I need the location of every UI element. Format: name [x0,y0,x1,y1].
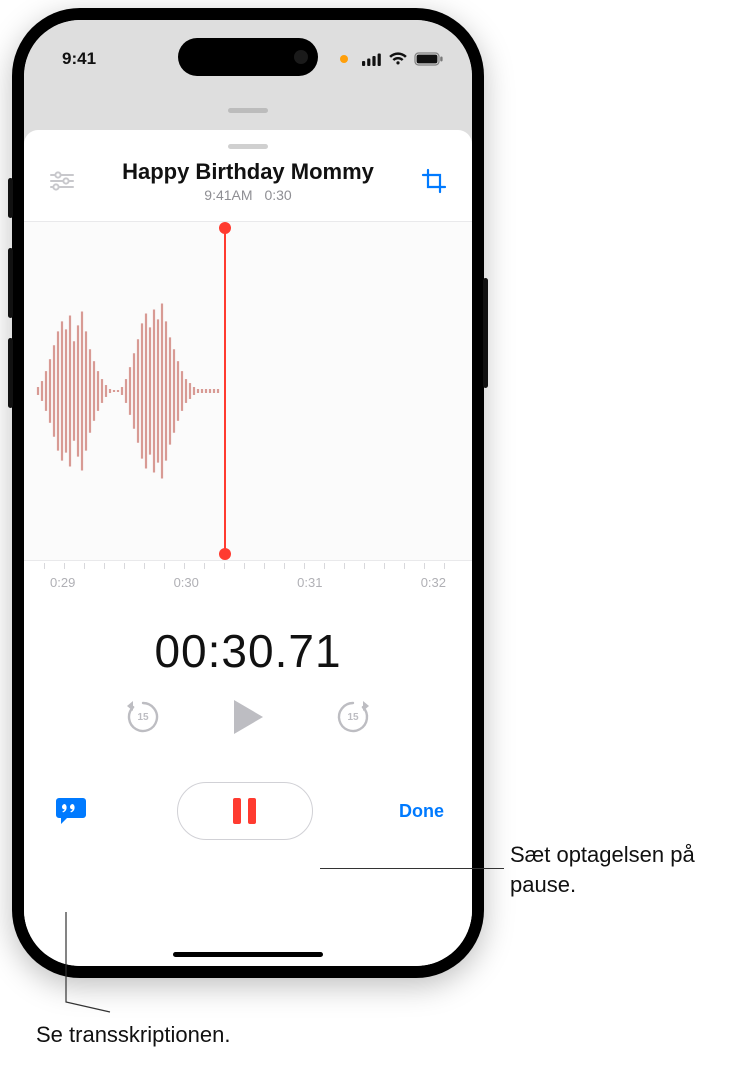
tick-label: 0:31 [297,575,322,590]
skip-back-seconds: 15 [125,700,161,735]
cellular-icon [362,53,382,66]
play-button[interactable] [231,698,265,736]
wifi-icon [388,52,408,66]
settings-sliders-icon[interactable] [44,163,80,199]
pause-recording-button[interactable] [177,782,313,840]
recording-time-label: 9:41AM [204,187,252,203]
tick-label: 0:30 [174,575,199,590]
status-time: 9:41 [62,49,96,69]
playhead-indicator[interactable] [224,228,226,554]
dynamic-island [178,38,318,76]
callout-transcribe-label: Se transskriptionen. [36,1020,230,1050]
done-button[interactable]: Done [399,801,444,822]
skip-forward-15-button[interactable]: 15 [335,699,371,735]
transcription-button[interactable] [52,793,90,829]
waveform-area[interactable] [24,221,472,561]
tick-label: 0:32 [421,575,446,590]
waveform-svg [24,222,472,560]
timeline-ticks: 0:29 0:30 0:31 0:32 [24,561,472,584]
skip-forward-seconds: 15 [335,700,371,735]
tick-label: 0:29 [50,575,75,590]
skip-back-15-button[interactable]: 15 [125,699,161,735]
home-indicator[interactable] [173,952,323,957]
pause-icon [233,798,256,824]
callout-pause-line [320,868,504,869]
crop-trim-icon[interactable] [416,163,452,199]
background-grabber [228,108,268,113]
callout-transcribe-line [60,912,120,1022]
recording-indicator-dot [340,55,348,63]
battery-icon [414,52,444,66]
recording-duration-label: 0:30 [264,187,291,203]
sheet-grabber[interactable] [228,144,268,149]
recording-sheet: Happy Birthday Mommy 9:41AM 0:30 [24,130,472,966]
elapsed-time: 00:30.71 [24,624,472,678]
callout-pause-label: Sæt optagelsen på pause. [510,840,737,899]
recording-title[interactable]: Happy Birthday Mommy [80,159,416,185]
recording-subtitle: 9:41AM 0:30 [80,187,416,203]
speech-bubble-quote-icon [54,796,88,826]
